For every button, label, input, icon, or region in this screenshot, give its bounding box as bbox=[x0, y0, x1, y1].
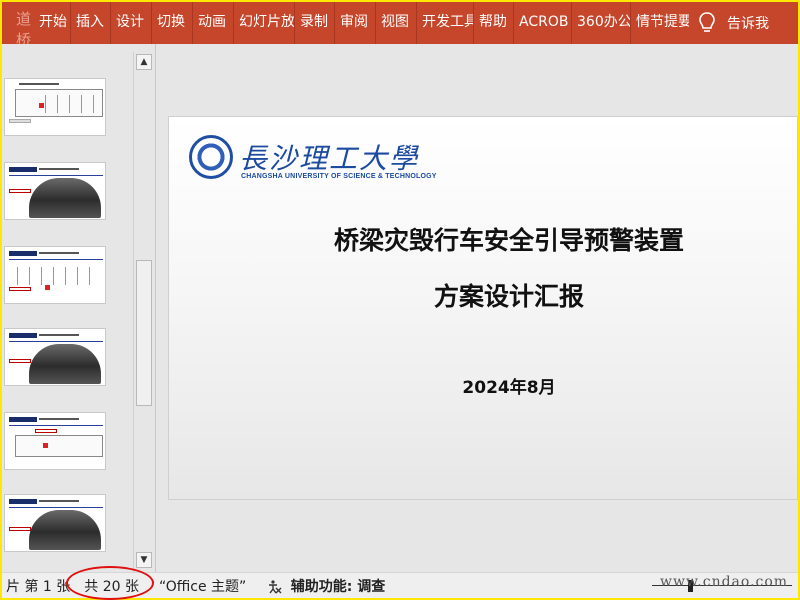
tab-view[interactable]: 视图 bbox=[375, 2, 416, 44]
ribbon-tabs: 道桥网 开始 插入 设计 切换 动画 幻灯片放 录制 审阅 视图 开发工具 帮助… bbox=[2, 2, 798, 70]
slide-canvas[interactable]: 長沙理工大學 CHANGSHA UNIVERSITY OF SCIENCE & … bbox=[168, 116, 798, 500]
scroll-thumb[interactable] bbox=[136, 260, 152, 406]
university-name-cn: 長沙理工大學 bbox=[239, 142, 420, 175]
accessibility-icon bbox=[266, 579, 282, 595]
tab-slideshow[interactable]: 幻灯片放 bbox=[233, 2, 294, 44]
accessibility-label: 辅助功能: 调查 bbox=[290, 578, 386, 595]
tab-help[interactable]: 帮助 bbox=[473, 2, 513, 44]
tab-acrobat[interactable]: ACROB bbox=[513, 2, 571, 44]
tell-me-box[interactable]: 告诉我 bbox=[697, 2, 769, 44]
highlight-circle-annotation bbox=[66, 566, 154, 600]
tab-360office[interactable]: 360办公 bbox=[571, 2, 630, 44]
tell-me-label: 告诉我 bbox=[727, 16, 769, 32]
university-name-en: CHANGSHA UNIVERSITY OF SCIENCE & TECHNOL… bbox=[241, 173, 437, 180]
watermark-logo: 道桥网 bbox=[2, 2, 34, 70]
tab-review[interactable]: 审阅 bbox=[334, 2, 375, 44]
university-emblem-icon bbox=[189, 135, 233, 179]
scroll-up-button[interactable]: ▲ bbox=[136, 54, 152, 70]
slide-position: 片 第 1 张 bbox=[6, 578, 71, 595]
tab-transitions[interactable]: 切换 bbox=[151, 2, 192, 44]
slide-thumbnail[interactable] bbox=[4, 162, 106, 220]
thumbnail-scrollbar[interactable]: ▲ ▼ bbox=[133, 52, 153, 572]
slide-thumbnail[interactable] bbox=[4, 494, 106, 552]
tab-design[interactable]: 设计 bbox=[110, 2, 151, 44]
slide-thumbnail[interactable] bbox=[4, 246, 106, 304]
tab-home[interactable]: 开始 bbox=[34, 2, 70, 44]
theme-name: “Office 主题” bbox=[158, 578, 247, 595]
tab-record[interactable]: 录制 bbox=[294, 2, 334, 44]
tab-animations[interactable]: 动画 bbox=[192, 2, 233, 44]
slide-thumbnail[interactable] bbox=[4, 412, 106, 470]
tab-insert[interactable]: 插入 bbox=[70, 2, 110, 44]
lightbulb-icon bbox=[697, 11, 717, 35]
watermark-url: www.cndao.com bbox=[660, 574, 789, 590]
slide-thumbnail[interactable] bbox=[4, 328, 106, 386]
slide-date[interactable]: 2024年8月 bbox=[169, 373, 798, 398]
accessibility-status[interactable]: 辅助功能: 调查 bbox=[262, 576, 389, 596]
pane-divider[interactable] bbox=[155, 44, 156, 572]
scroll-down-button[interactable]: ▼ bbox=[136, 552, 152, 568]
slide-title-line1[interactable]: 桥梁灾毁行车安全引导预警装置 bbox=[169, 221, 798, 257]
tab-developer[interactable]: 开发工具 bbox=[416, 2, 473, 44]
slide-thumbnail[interactable] bbox=[4, 78, 106, 136]
slide-title-line2[interactable]: 方案设计汇报 bbox=[169, 277, 798, 313]
powerpoint-window: 道桥网 开始 插入 设计 切换 动画 幻灯片放 录制 审阅 视图 开发工具 帮助… bbox=[2, 2, 798, 598]
tab-storyboard[interactable]: 情节提要 bbox=[630, 2, 689, 44]
slide-thumbnails-pane: ▲ ▼ bbox=[2, 44, 153, 572]
